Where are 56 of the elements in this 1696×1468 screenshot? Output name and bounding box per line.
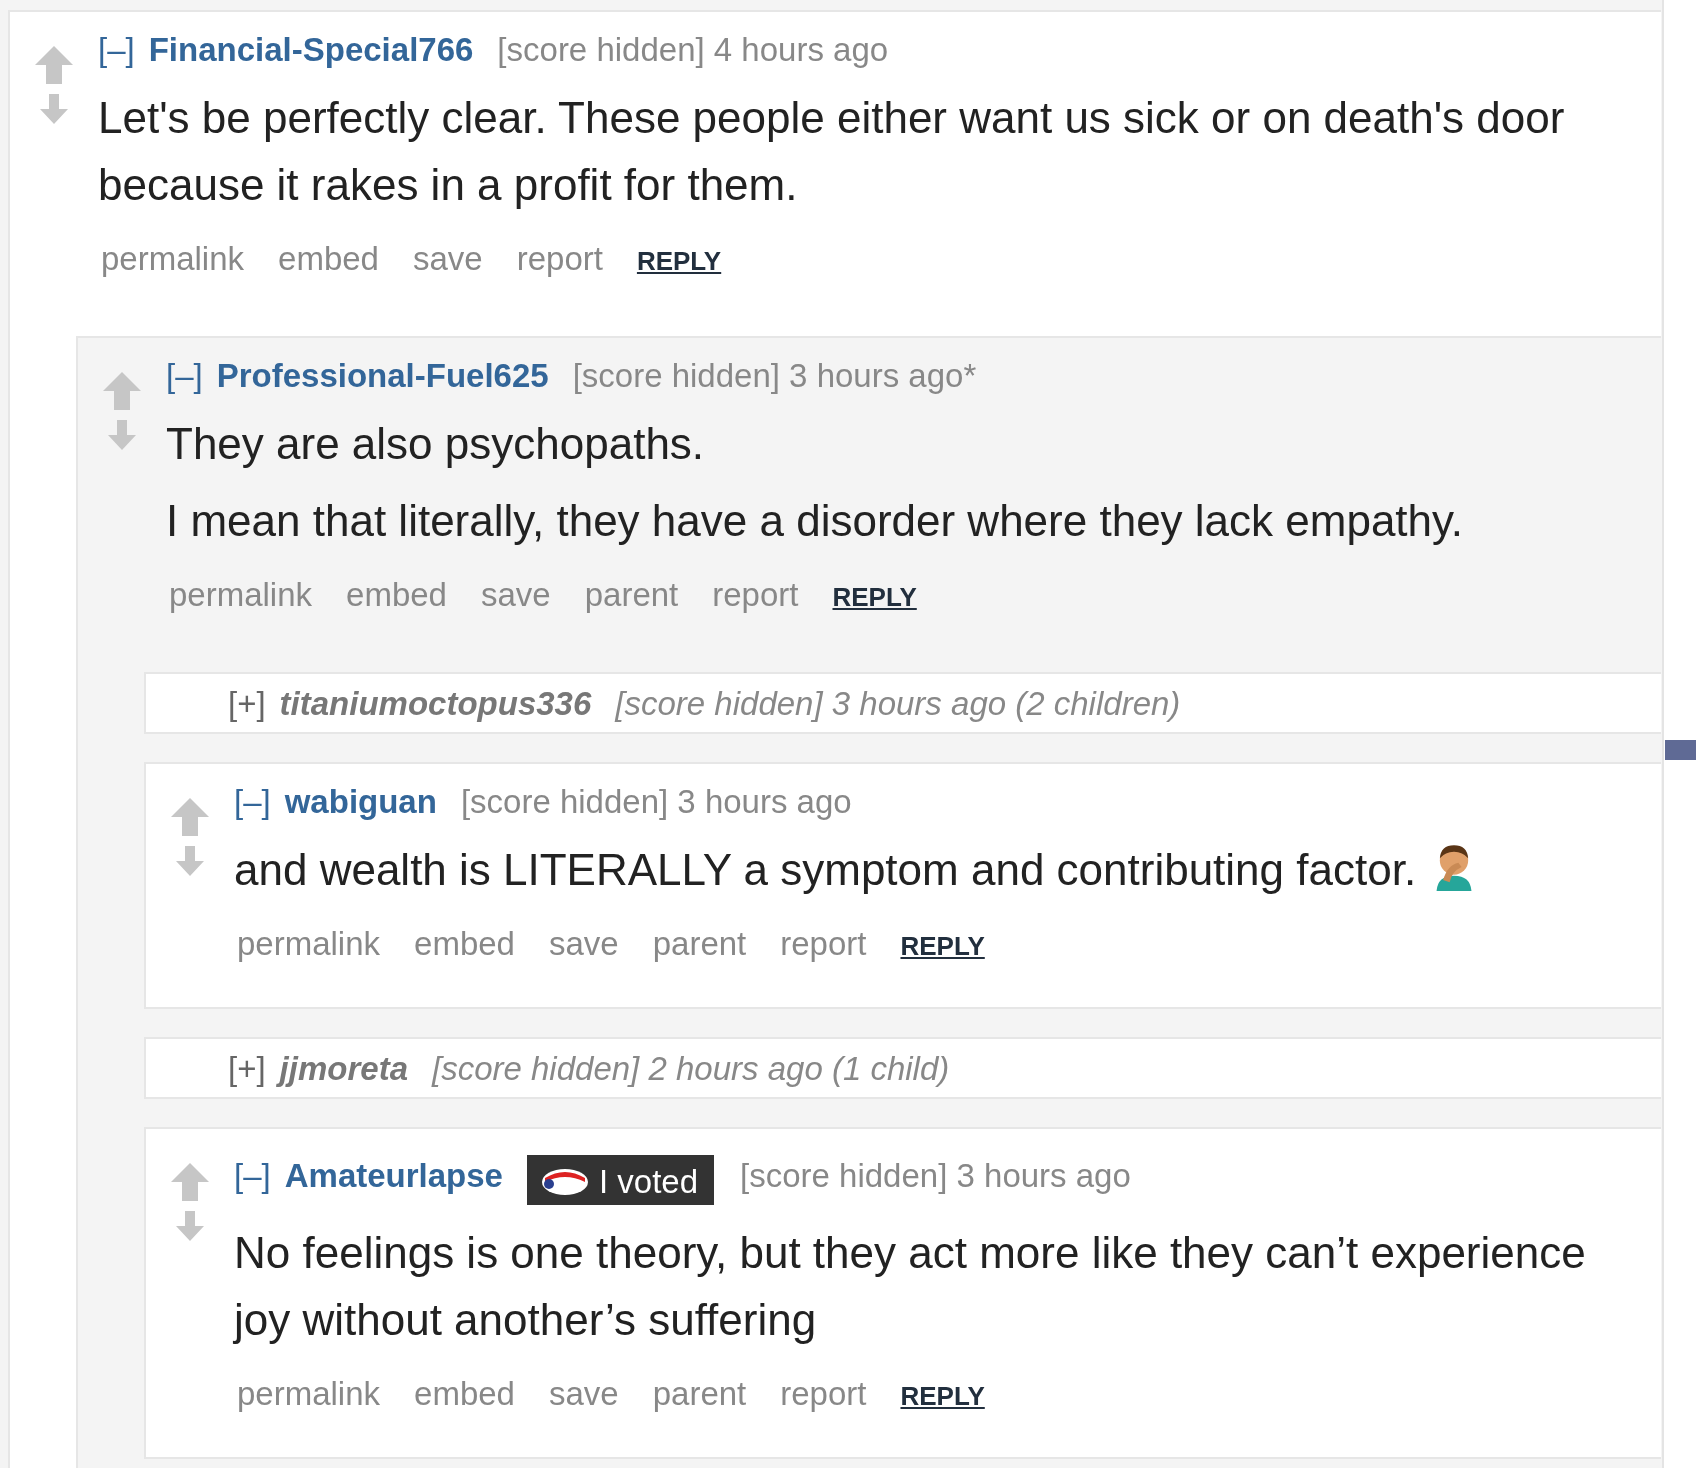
comment-action-link[interactable]: save bbox=[480, 576, 551, 614]
comment-action-link[interactable]: save bbox=[548, 925, 619, 963]
comment-action-link[interactable]: embed bbox=[414, 925, 515, 963]
downvote-icon[interactable] bbox=[175, 846, 205, 876]
downvote-icon[interactable] bbox=[107, 420, 137, 450]
collapse-toggle[interactable]: [–] bbox=[98, 30, 135, 70]
comment-action-link[interactable]: parent bbox=[652, 925, 747, 963]
expand-toggle[interactable]: [+] bbox=[228, 684, 266, 724]
comment-meta: [score hidden] 3 hours ago bbox=[460, 782, 852, 822]
reply-link[interactable]: REPLY bbox=[832, 582, 917, 613]
comment-action-link[interactable]: permalink bbox=[237, 925, 381, 963]
downvote-icon[interactable] bbox=[39, 94, 69, 124]
comment-text: Let's be perfectly clear. These people either want us sick or on death's door because it rakes in a profit for them. bbox=[98, 92, 1566, 211]
comment-action-link[interactable]: embed bbox=[346, 576, 447, 614]
downvote-icon[interactable] bbox=[175, 1211, 205, 1241]
comment-action-link[interactable]: embed bbox=[278, 240, 379, 278]
upvote-icon[interactable] bbox=[34, 44, 74, 84]
reply-link[interactable]: REPLY bbox=[900, 1381, 985, 1412]
comment-meta: [score hidden] 2 hours ago (1 child) bbox=[432, 1049, 950, 1089]
sticker-icon bbox=[540, 1168, 589, 1196]
comment-action-link[interactable]: permalink bbox=[237, 1375, 381, 1413]
author-link[interactable]: titaniumoctopus336 bbox=[279, 684, 592, 724]
comment-text: They are also psychopaths. bbox=[166, 418, 706, 470]
comment-action-link[interactable]: report bbox=[780, 1375, 867, 1413]
reply-link[interactable]: REPLY bbox=[900, 931, 985, 962]
comment-action-link[interactable]: parent bbox=[652, 1375, 747, 1413]
author-link[interactable]: wabiguan bbox=[284, 782, 437, 822]
comment-text: and wealth is LITERALLY a symptom and contributing factor. bbox=[234, 836, 1651, 903]
comment-action-link[interactable]: report bbox=[516, 240, 603, 278]
author-link[interactable]: Financial-Special766 bbox=[148, 30, 474, 70]
flair-text: I voted bbox=[598, 1162, 699, 1202]
comment-action-link[interactable]: report bbox=[712, 576, 799, 614]
author-link[interactable]: Professional-Fuel625 bbox=[216, 356, 549, 396]
collapse-toggle[interactable]: [–] bbox=[166, 356, 203, 396]
comment-text: No feelings is one theory, but they act more like they can’t experience joy without another’s suffering bbox=[234, 1227, 1587, 1346]
collapse-toggle[interactable]: [–] bbox=[234, 782, 271, 822]
comment-meta: [score hidden] 3 hours ago bbox=[740, 1156, 1131, 1196]
comment-text: I mean that literally, they have a disorder where they lack empathy. bbox=[166, 495, 1464, 547]
upvote-icon[interactable] bbox=[102, 370, 142, 410]
comment-meta: [score hidden] 3 hours ago (2 children) bbox=[615, 684, 1181, 724]
comment-action-link[interactable]: save bbox=[548, 1375, 619, 1413]
comment-meta: [score hidden] 4 hours ago bbox=[497, 30, 889, 70]
collapse-toggle[interactable]: [–] bbox=[234, 1156, 271, 1196]
author-link[interactable]: Amateurlapse bbox=[284, 1156, 503, 1196]
side-tab[interactable] bbox=[1665, 740, 1696, 760]
expand-toggle[interactable]: [+] bbox=[228, 1049, 266, 1089]
comment-action-link[interactable]: save bbox=[412, 240, 483, 278]
comment-action-link[interactable]: report bbox=[780, 925, 867, 963]
comment-meta: [score hidden] 3 hours ago* bbox=[572, 356, 977, 396]
comment-action-link[interactable]: embed bbox=[414, 1375, 515, 1413]
comment-action-link[interactable]: parent bbox=[584, 576, 679, 614]
comment-action-link[interactable]: permalink bbox=[101, 240, 245, 278]
upvote-icon[interactable] bbox=[170, 796, 210, 836]
upvote-icon[interactable] bbox=[170, 1161, 210, 1201]
comment-action-link[interactable]: permalink bbox=[169, 576, 313, 614]
reply-link[interactable]: REPLY bbox=[636, 246, 722, 277]
